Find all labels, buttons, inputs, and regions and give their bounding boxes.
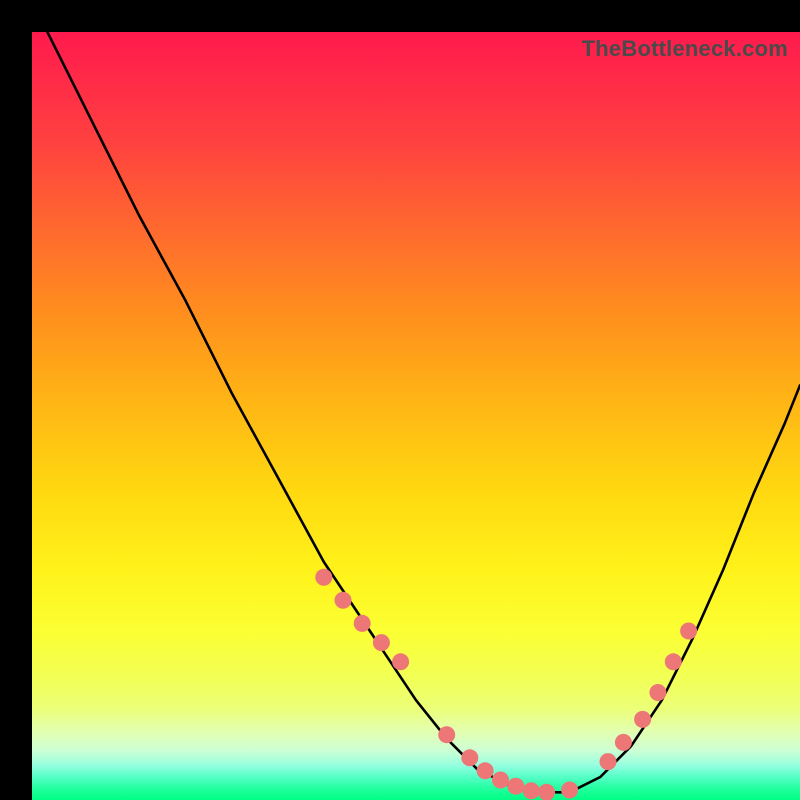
outer-frame: TheBottleneck.com <box>0 0 800 800</box>
highlight-dots <box>315 569 697 800</box>
plot-area: TheBottleneck.com <box>32 32 800 800</box>
chart-svg <box>32 32 800 800</box>
bottleneck-curve <box>47 32 800 792</box>
watermark-label: TheBottleneck.com <box>582 36 788 62</box>
